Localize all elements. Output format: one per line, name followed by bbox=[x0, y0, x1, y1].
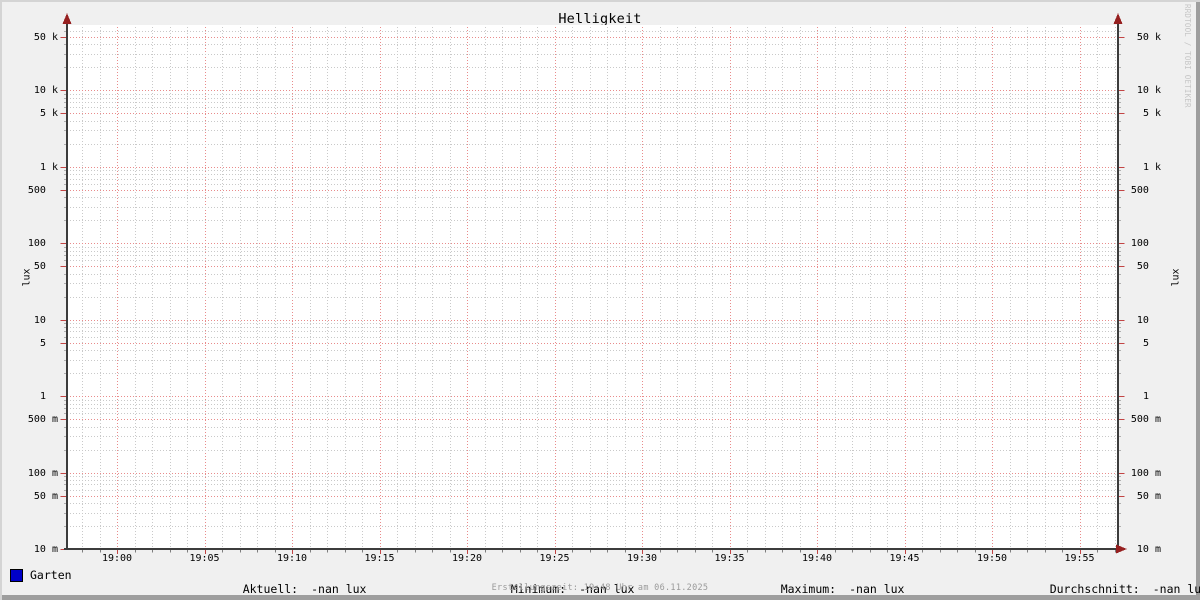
y-tick-label-left: 10 k bbox=[33, 84, 58, 96]
y-tick-label-left: 5 bbox=[39, 337, 58, 349]
y-axis-arrow-left bbox=[62, 13, 72, 24]
y-tick-label-right: 50 bbox=[1136, 260, 1161, 272]
y-tick-label-right: 1 bbox=[1142, 390, 1161, 402]
x-tick-label: 19:40 bbox=[801, 553, 833, 564]
y-tick-label-left: 5 k bbox=[39, 107, 58, 119]
y-tick-label-left: 10 bbox=[33, 314, 58, 326]
y-tick-label-right: 500 bbox=[1130, 184, 1161, 196]
y-tick-label-left: 50 k bbox=[33, 31, 58, 43]
y-tick-label-right: 100 m bbox=[1130, 467, 1161, 479]
y-tick-label-left: 1 bbox=[39, 390, 58, 402]
x-tick-label: 19:35 bbox=[714, 553, 745, 564]
y-axis-unit-right: lux bbox=[1170, 268, 1182, 287]
y-tick-label-left: 10 m bbox=[33, 543, 58, 555]
x-tick-label: 19:15 bbox=[364, 553, 395, 564]
rrdtool-graph: Helligkeit lux lux 50 k 10 k5 k1 k 500 100… bbox=[0, 0, 1200, 600]
creation-timestamp: Erstellungszeit: 19:48 Uhr am 06.11.2025 bbox=[491, 583, 709, 593]
x-tick-label: 19:05 bbox=[189, 553, 220, 564]
x-tick-label: 19:45 bbox=[889, 553, 920, 564]
y-tick-label-right: 100 bbox=[1130, 237, 1161, 249]
y-tick-label-right: 50 m bbox=[1136, 490, 1161, 502]
y-tick-label-right: 500 m bbox=[1130, 413, 1161, 425]
y-tick-label-right: 10 m bbox=[1136, 543, 1161, 555]
x-tick-label: 19:20 bbox=[451, 553, 483, 564]
rrdtool-watermark: RRDTOOL / TOBI OETIKER bbox=[1183, 4, 1192, 108]
legend-series-label: Garten bbox=[30, 568, 72, 582]
x-tick-label: 19:25 bbox=[539, 553, 570, 564]
legend-color-swatch bbox=[10, 569, 23, 582]
y-tick-label-right: 5 k bbox=[1142, 107, 1161, 119]
y-tick-label-right: 50 k bbox=[1136, 31, 1161, 43]
y-tick-label-right: 10 bbox=[1136, 314, 1161, 326]
y-tick-label-left: 500 m bbox=[27, 413, 58, 425]
chart-grid bbox=[60, 13, 1127, 554]
x-tick-label: 19:00 bbox=[101, 553, 133, 564]
y-tick-label-left: 50 m bbox=[33, 490, 58, 502]
y-tick-label-left: 100 bbox=[27, 237, 58, 249]
x-tick-label: 19:55 bbox=[1064, 553, 1095, 564]
y-tick-label-right: 5 bbox=[1142, 337, 1161, 349]
x-tick-label: 19:50 bbox=[976, 553, 1008, 564]
y-tick-label-left: 1 k bbox=[39, 161, 58, 173]
y-tick-label-right: 1 k bbox=[1142, 161, 1161, 173]
y-tick-label-left: 100 m bbox=[27, 467, 58, 479]
x-tick-label: 19:30 bbox=[626, 553, 658, 564]
y-axis-arrow-right bbox=[1113, 13, 1123, 24]
y-tick-label-left: 500 bbox=[27, 184, 58, 196]
x-tick-label: 19:10 bbox=[276, 553, 308, 564]
y-tick-label-right: 10 k bbox=[1136, 84, 1161, 96]
y-tick-label-left: 50 bbox=[33, 260, 58, 272]
